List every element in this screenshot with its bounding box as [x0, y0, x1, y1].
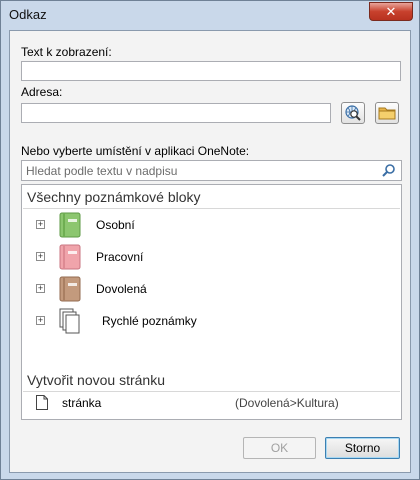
expand-icon[interactable]: + — [36, 284, 45, 293]
header-divider — [23, 208, 400, 209]
notebook-icon — [59, 276, 81, 302]
browse-file-button[interactable] — [375, 102, 399, 124]
notebook-row-pracovni[interactable]: + Pracovní — [22, 242, 401, 272]
quick-notes-icon — [59, 308, 80, 334]
notebook-label: Dovolená — [96, 282, 147, 296]
notebook-row-dovolena[interactable]: + Dovolená — [22, 274, 401, 304]
globe-search-icon — [345, 105, 361, 121]
magnifier-icon[interactable] — [381, 163, 397, 179]
location-label: Nebo vyberte umístění v aplikaci OneNote… — [21, 144, 250, 158]
expand-icon[interactable]: + — [36, 220, 45, 229]
window-title: Odkaz — [9, 7, 47, 22]
new-page-header: Vytvořit novou stránku — [27, 372, 165, 388]
notebook-label: Osobní — [96, 218, 135, 232]
new-page-row[interactable]: stránka (Dovolená>Kultura) — [22, 393, 401, 415]
expand-icon[interactable]: + — [36, 252, 45, 261]
notebook-icon — [59, 212, 81, 238]
address-input[interactable] — [21, 103, 331, 123]
close-button[interactable]: ✕ — [369, 2, 413, 21]
page-title: stránka — [62, 396, 102, 410]
cancel-button[interactable]: Storno — [325, 437, 400, 459]
notebook-icon — [59, 244, 81, 270]
display-text-input[interactable] — [21, 61, 401, 81]
header-divider — [23, 391, 400, 392]
ok-button[interactable]: OK — [243, 437, 316, 459]
dialog-body: Text k zobrazení: Adresa: Nebo vyberte u… — [9, 30, 411, 473]
all-notebooks-header: Všechny poznámkové bloky — [27, 189, 201, 205]
address-label: Adresa: — [21, 85, 63, 99]
notebook-search-box[interactable]: Hledat podle textu v nadpisu — [21, 160, 402, 181]
folder-icon — [378, 107, 396, 120]
notebook-label: Pracovní — [96, 250, 144, 264]
notebook-label: Rychlé poznámky — [102, 314, 197, 328]
page-icon — [36, 395, 48, 410]
notebook-tree-panel: Všechny poznámkové bloky + Osobní + Prac… — [21, 184, 402, 420]
notebook-row-quick-notes[interactable]: + Rychlé poznámky — [22, 306, 401, 336]
display-text-label: Text k zobrazení: — [21, 45, 112, 59]
expand-icon[interactable]: + — [36, 316, 45, 325]
page-location-path: (Dovolená>Kultura) — [235, 396, 339, 410]
notebook-row-osobni[interactable]: + Osobní — [22, 210, 401, 240]
title-bar[interactable]: Odkaz ✕ — [1, 1, 419, 29]
link-dialog-window: Odkaz ✕ Text k zobrazení: Adresa: Nebo v… — [0, 0, 420, 480]
search-placeholder: Hledat podle textu v nadpisu — [26, 164, 178, 178]
browse-web-button[interactable] — [341, 102, 365, 124]
